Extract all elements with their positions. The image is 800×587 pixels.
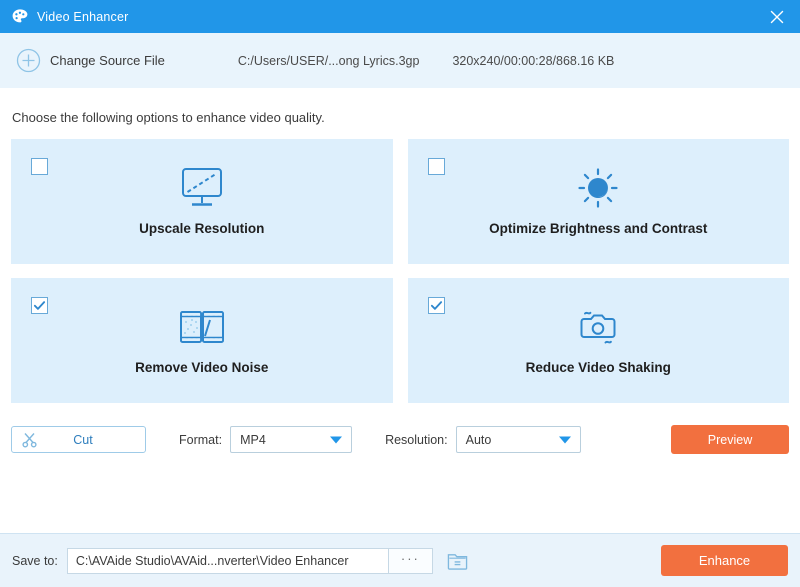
checkbox-reduce-video-shaking[interactable]: [428, 297, 445, 314]
chevron-down-icon: [330, 436, 342, 443]
format-label: Format:: [179, 433, 222, 447]
video-enhancer-window: Video Enhancer Change Source File C:/Use…: [0, 0, 800, 587]
scissors-icon: [20, 430, 39, 449]
preview-button[interactable]: Preview: [671, 425, 789, 454]
options-row: Cut Format: MP4 Resolution: Auto Preview: [11, 425, 789, 454]
format-select[interactable]: MP4: [230, 426, 352, 453]
folder-open-icon[interactable]: [446, 549, 470, 573]
checkbox-upscale-resolution[interactable]: [31, 158, 48, 175]
cut-label: Cut: [39, 433, 145, 447]
palette-icon: [11, 8, 29, 26]
source-file-path: C:/Users/USER/...ong Lyrics.3gp: [238, 54, 420, 68]
instruction-text: Choose the following options to enhance …: [11, 88, 789, 139]
window-title: Video Enhancer: [37, 10, 129, 24]
checkbox-remove-video-noise[interactable]: [31, 297, 48, 314]
main-content: Choose the following options to enhance …: [0, 88, 800, 533]
title-bar: Video Enhancer: [0, 0, 800, 33]
film-strip-icon: [175, 303, 229, 351]
save-path-input[interactable]: C:\AVAide Studio\AVAid...nverter\Video E…: [67, 548, 388, 574]
browse-button[interactable]: ···: [388, 548, 433, 574]
save-path-group: C:\AVAide Studio\AVAid...nverter\Video E…: [67, 548, 433, 574]
option-card-optimize-brightness-contrast[interactable]: Optimize Brightness and Contrast: [408, 139, 790, 264]
save-to-label: Save to:: [12, 554, 58, 568]
enhance-label: Enhance: [699, 553, 750, 568]
monitor-upscale-icon: [176, 164, 228, 212]
option-card-label: Remove Video Noise: [135, 360, 268, 375]
option-card-reduce-video-shaking[interactable]: Reduce Video Shaking: [408, 278, 790, 403]
resolution-value: Auto: [457, 433, 492, 447]
option-card-upscale-resolution[interactable]: Upscale Resolution: [11, 139, 393, 264]
footer-bar: Save to: C:\AVAide Studio\AVAid...nverte…: [0, 533, 800, 587]
close-icon[interactable]: [754, 0, 800, 33]
source-file-meta: 320x240/00:00:28/868.16 KB: [452, 54, 614, 68]
format-value: MP4: [231, 433, 266, 447]
source-bar: Change Source File C:/Users/USER/...ong …: [0, 33, 800, 88]
cut-button[interactable]: Cut: [11, 426, 146, 453]
option-card-label: Upscale Resolution: [139, 221, 264, 236]
option-card-remove-video-noise[interactable]: Remove Video Noise: [11, 278, 393, 403]
chevron-down-icon: [559, 436, 571, 443]
enhance-options-grid: Upscale Resolution: [11, 139, 789, 403]
option-card-label: Optimize Brightness and Contrast: [489, 221, 707, 236]
brightness-sun-icon: [572, 164, 624, 212]
preview-label: Preview: [708, 433, 752, 447]
checkbox-optimize-brightness-contrast[interactable]: [428, 158, 445, 175]
resolution-select[interactable]: Auto: [456, 426, 581, 453]
resolution-label: Resolution:: [385, 433, 448, 447]
enhance-button[interactable]: Enhance: [661, 545, 788, 576]
plus-circle-icon[interactable]: [16, 48, 41, 73]
option-card-label: Reduce Video Shaking: [526, 360, 671, 375]
camera-shake-icon: [571, 303, 625, 351]
change-source-file-button[interactable]: Change Source File: [50, 53, 165, 68]
